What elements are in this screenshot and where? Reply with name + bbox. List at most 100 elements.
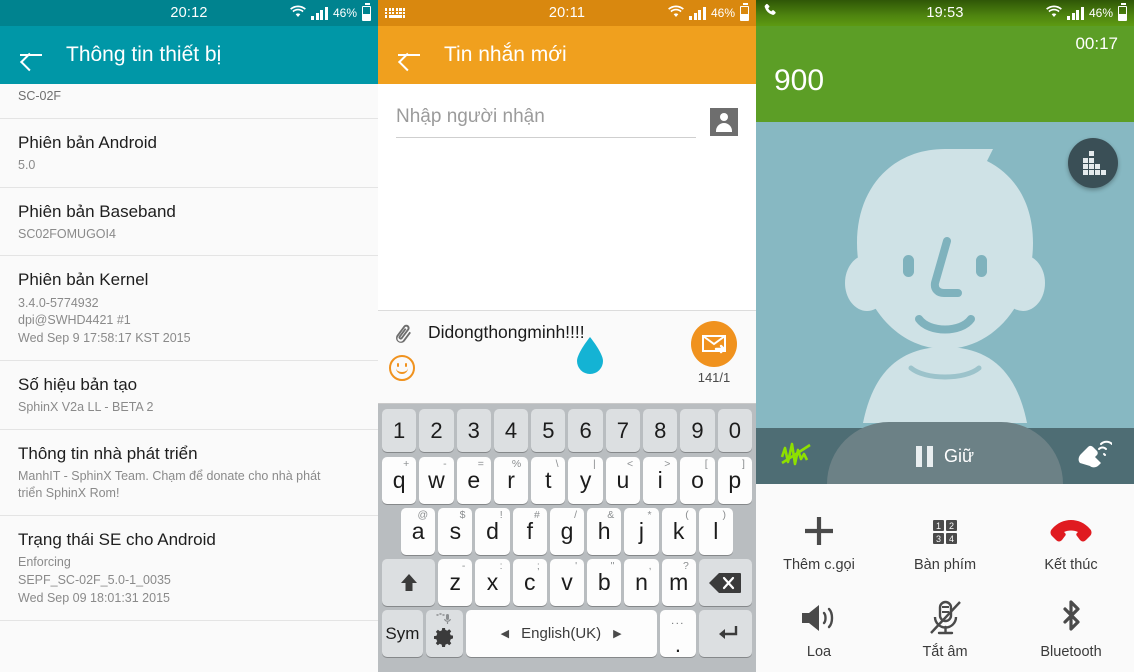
keypad-button[interactable]: 1234 Bàn phím bbox=[882, 498, 1008, 585]
speaker-button[interactable]: Loa bbox=[756, 585, 882, 672]
prev-language-icon[interactable]: ◀ bbox=[501, 627, 509, 640]
key-x[interactable]: :x bbox=[475, 559, 510, 606]
key-g[interactable]: / g bbox=[549, 508, 585, 555]
enter-icon[interactable] bbox=[699, 610, 752, 657]
key-label: q bbox=[392, 467, 406, 493]
list-item-value: SC02FOMUGOI4 bbox=[18, 226, 116, 241]
key-j[interactable]: * j bbox=[624, 508, 659, 555]
key-6[interactable]: 6 bbox=[568, 409, 603, 452]
status-bar: 19:53 46% bbox=[756, 0, 1134, 26]
key-7[interactable]: 7 bbox=[605, 409, 641, 452]
key-8[interactable]: 8 bbox=[643, 409, 678, 452]
noise-reduction-icon[interactable] bbox=[778, 437, 816, 476]
key-alt: % bbox=[511, 458, 522, 470]
key-label: v bbox=[561, 569, 573, 595]
recipient-placeholder: Nhập người nhận bbox=[396, 106, 545, 127]
key-label: h bbox=[597, 518, 611, 544]
key-label: p bbox=[728, 467, 742, 493]
list-item-title: Phiên bản Kernel bbox=[18, 270, 149, 290]
gear-mic-icon[interactable] bbox=[425, 610, 463, 657]
add-call-icon bbox=[756, 508, 882, 554]
key-r[interactable]: % r bbox=[493, 457, 529, 504]
key-9[interactable]: 9 bbox=[680, 409, 715, 452]
key-5[interactable]: 5 bbox=[531, 409, 566, 452]
next-language-icon[interactable]: ▶ bbox=[613, 627, 621, 640]
key-u[interactable]: < u bbox=[605, 457, 641, 504]
key-a[interactable]: @ a bbox=[401, 508, 436, 555]
key-v[interactable]: ' v bbox=[549, 559, 585, 606]
battery-percent-label: 46% bbox=[710, 6, 735, 20]
period-alt-label: ... bbox=[671, 615, 685, 627]
key-d[interactable]: ! d bbox=[475, 508, 510, 555]
symbols-key[interactable]: Sym bbox=[382, 610, 423, 657]
key-n[interactable]: ,n bbox=[624, 559, 659, 606]
paperclip-icon[interactable] bbox=[388, 318, 417, 347]
key-label: j bbox=[638, 518, 644, 544]
list-item[interactable]: Phiên bản Android 5.0 bbox=[0, 119, 378, 188]
backspace-icon[interactable] bbox=[698, 559, 752, 606]
recipient-area: Nhập người nhận bbox=[378, 84, 756, 138]
recipient-input[interactable]: Nhập người nhận bbox=[396, 106, 696, 138]
list-item[interactable]: SC-02F bbox=[0, 84, 378, 119]
back-arrow-icon[interactable] bbox=[396, 42, 422, 68]
list-item[interactable]: Thông tin nhà phát triển ManhIT - SphinX… bbox=[0, 430, 378, 517]
mute-button[interactable]: Tắt âm bbox=[882, 585, 1008, 672]
bluetooth-button[interactable]: Bluetooth bbox=[1008, 585, 1134, 672]
call-hold-bar: Giữ bbox=[756, 422, 1134, 484]
key-p[interactable]: ] p bbox=[717, 457, 752, 504]
add-call-button[interactable]: Thêm c.gọi bbox=[756, 498, 882, 585]
key-t[interactable]: \ t bbox=[531, 457, 566, 504]
period-key[interactable]: ... . bbox=[659, 610, 697, 657]
key-alt: [ bbox=[704, 458, 708, 470]
contact-picker-icon[interactable] bbox=[710, 108, 738, 136]
key-q[interactable]: + q bbox=[382, 457, 417, 504]
extra-volume-icon[interactable] bbox=[1074, 437, 1113, 476]
key-m[interactable]: ? m bbox=[661, 559, 696, 606]
space-key[interactable]: ◀ English(UK) ▶ bbox=[465, 610, 657, 657]
key-h[interactable]: & h bbox=[587, 508, 622, 555]
key-3[interactable]: 3 bbox=[456, 409, 491, 452]
key-w[interactable]: -w bbox=[419, 457, 454, 504]
water-drop-icon[interactable] bbox=[574, 336, 606, 376]
list-item[interactable]: Phiên bản Kernel 3.4.0-5774932 dpi@SWHD4… bbox=[0, 256, 378, 361]
key-b[interactable]: " b bbox=[587, 559, 622, 606]
list-item[interactable]: Trạng thái SE cho Android Enforcing SEPF… bbox=[0, 516, 378, 621]
key-1[interactable]: 1 bbox=[382, 409, 417, 452]
key-alt: < bbox=[626, 458, 634, 470]
call-action-row: Loa Tắt âm Bluetooth bbox=[756, 585, 1134, 672]
key-s[interactable]: $ s bbox=[438, 508, 473, 555]
key-4[interactable]: 4 bbox=[493, 409, 529, 452]
key-o[interactable]: [o bbox=[680, 457, 715, 504]
keyboard-row-numbers: 1 2 3 4 5 6 7 8 9 0 bbox=[382, 409, 752, 452]
key-alt: : bbox=[499, 560, 503, 572]
mute-label: Tắt âm bbox=[922, 644, 968, 660]
key-y[interactable]: | y bbox=[568, 457, 603, 504]
list-item-title: Trạng thái SE cho Android bbox=[18, 530, 216, 550]
key-e[interactable]: = e bbox=[456, 457, 491, 504]
key-l[interactable]: ) l bbox=[698, 508, 733, 555]
shift-arrow-icon[interactable] bbox=[382, 559, 436, 606]
key-2[interactable]: 2 bbox=[419, 409, 454, 452]
key-k[interactable]: (k bbox=[661, 508, 696, 555]
list-item-value: 5.0 bbox=[18, 157, 36, 172]
key-alt: * bbox=[647, 509, 652, 521]
end-call-button[interactable]: Kết thúc bbox=[1008, 498, 1134, 585]
key-z[interactable]: -z bbox=[438, 559, 473, 606]
back-arrow-icon[interactable] bbox=[18, 42, 44, 68]
key-i[interactable]: > i bbox=[643, 457, 678, 504]
list-item[interactable]: Phiên bản Baseband SC02FOMUGOI4 bbox=[0, 188, 378, 257]
key-f[interactable]: # f bbox=[512, 508, 547, 555]
message-text[interactable]: Didongthongminh!!!! bbox=[428, 320, 585, 343]
key-c[interactable]: ; c bbox=[512, 559, 547, 606]
panel-device-info: 20:12 46% Thông tin thiết bị SC-02F Phiê… bbox=[0, 0, 378, 672]
key-0[interactable]: 0 bbox=[717, 409, 752, 452]
smiley-icon[interactable] bbox=[389, 355, 415, 381]
message-composer: Didongthongminh!!!! 141/1 bbox=[378, 310, 756, 404]
send-mms-icon[interactable] bbox=[691, 321, 737, 367]
list-item-title: Thông tin nhà phát triển bbox=[18, 443, 198, 463]
hold-button[interactable]: Giữ bbox=[915, 445, 974, 467]
list-item[interactable]: Số hiệu bản tạo SphinX V2a LL - BETA 2 bbox=[0, 361, 378, 430]
caller-avatar-area bbox=[756, 122, 1134, 428]
key-label: e bbox=[467, 467, 481, 493]
signal-bars-icon bbox=[689, 6, 706, 20]
